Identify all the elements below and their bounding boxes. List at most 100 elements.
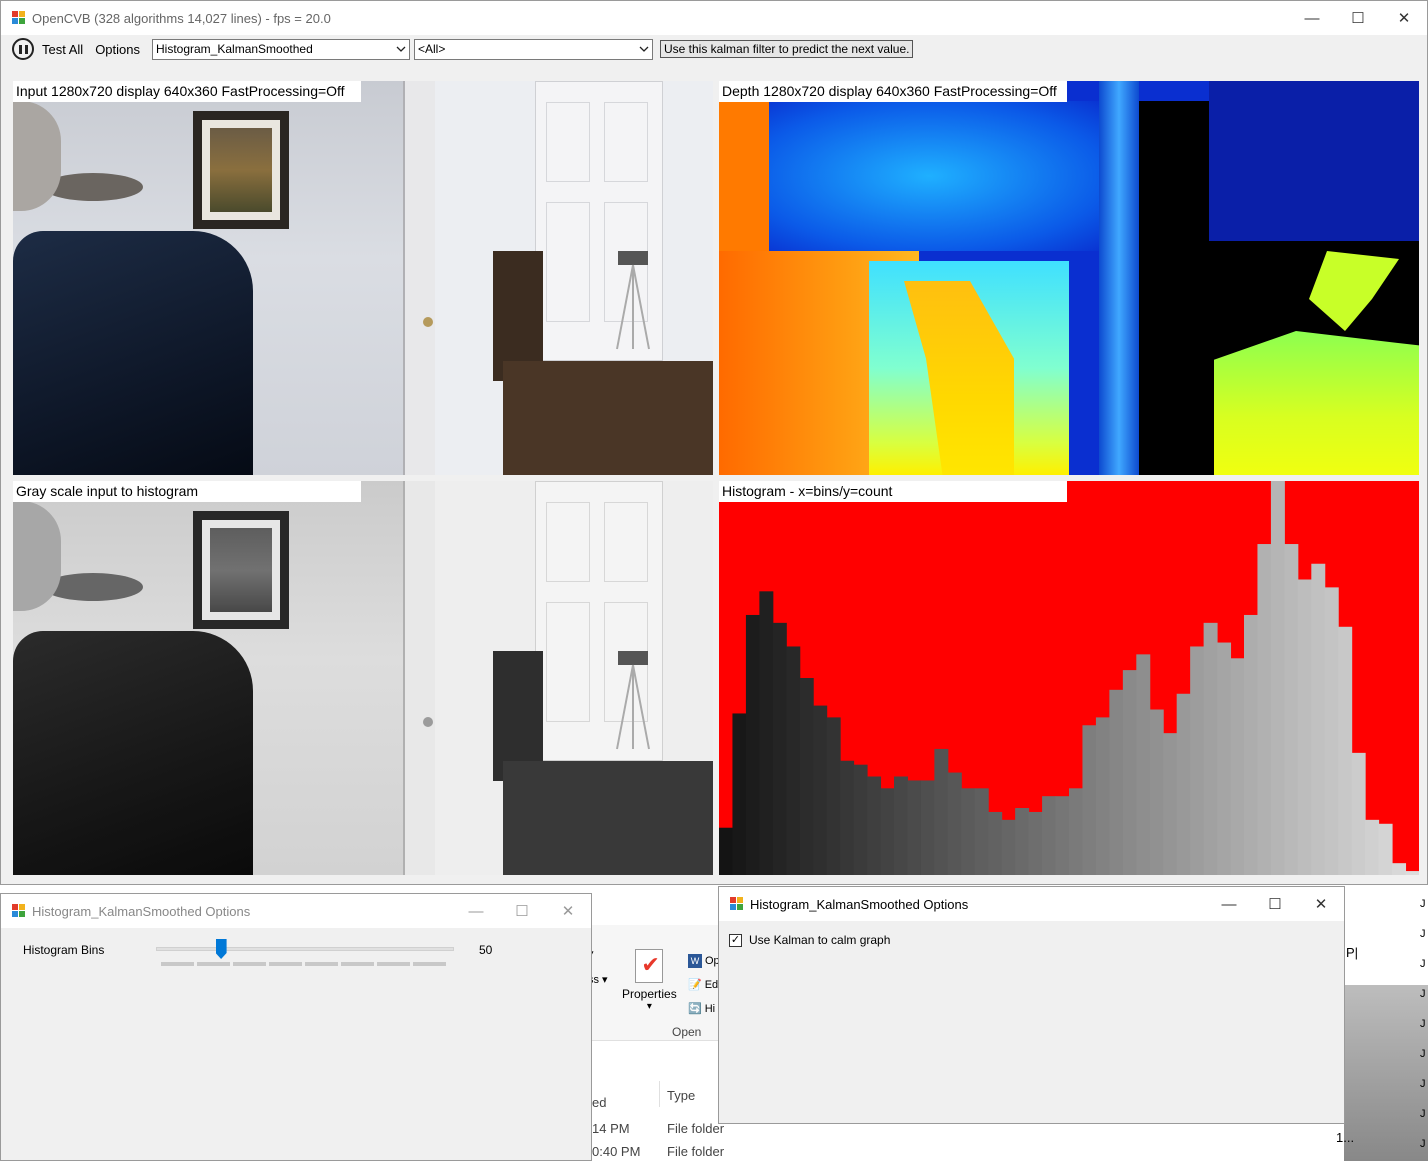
histogram-bar — [974, 788, 989, 875]
main-window: OpenCVB (328 algorithms 14,027 lines) - … — [0, 0, 1428, 885]
kalman-checkbox[interactable]: ✓ — [729, 933, 742, 947]
histogram-bar — [799, 678, 814, 875]
properties-label: Properties — [622, 987, 677, 1001]
histogram-bar — [988, 811, 1003, 875]
histogram-bar — [1163, 733, 1178, 875]
histogram-bar — [1405, 871, 1419, 875]
app-icon — [730, 897, 744, 911]
histogram-bar — [1284, 544, 1299, 875]
maximize-button[interactable]: ☐ — [499, 894, 545, 928]
histogram-bar — [1136, 654, 1151, 875]
histogram-bar — [1095, 717, 1110, 875]
algorithm-description: Use this kalman filter to predict the ne… — [660, 40, 914, 58]
main-toolbar: Test All Options Histogram_KalmanSmoothe… — [1, 35, 1427, 63]
histogram-bar — [1311, 563, 1326, 875]
histogram-bar — [813, 705, 828, 875]
wall-picture — [193, 111, 289, 229]
options-window-slider: Histogram_KalmanSmoothed Options — ☐ ✕ H… — [0, 893, 592, 1161]
kalman-checkbox-row[interactable]: ✓ Use Kalman to calm graph — [729, 933, 890, 947]
histogram-bins-slider[interactable] — [156, 939, 456, 970]
histogram-bar — [1069, 788, 1083, 875]
row-0-type: File folder — [667, 1121, 725, 1136]
input-label: Input 1280x720 display 640x360 FastProce… — [13, 81, 361, 102]
ribbon-open-items: W Op 📝 Ed 🔄 Hi — [688, 949, 720, 1021]
options2-titlebar[interactable]: Histogram_KalmanSmoothed Options — ☐ ✕ — [719, 887, 1344, 921]
histogram-bar — [826, 717, 841, 875]
ribbon-item-edit[interactable]: 📝 Ed — [688, 973, 720, 997]
histogram-bar — [786, 646, 801, 875]
histogram-bar — [853, 764, 868, 875]
histogram-bar — [934, 748, 949, 875]
app-icon — [12, 11, 26, 25]
histogram-bar — [1203, 622, 1218, 875]
column-divider — [659, 1081, 660, 1107]
histogram-bar — [732, 713, 747, 875]
histogram-label: Histogram - x=bins/y=count — [719, 481, 1067, 502]
right-mark-0: P| — [1346, 945, 1359, 960]
properties-icon: ✔ — [635, 949, 664, 983]
maximize-button[interactable]: ☐ — [1252, 887, 1298, 921]
histogram-bar — [920, 780, 935, 875]
histogram-bins-value: 50 — [479, 943, 493, 957]
ribbon-item-history[interactable]: 🔄 Hi — [688, 997, 720, 1021]
group-select-value: <All> — [418, 42, 446, 56]
options-window-checkbox: Histogram_KalmanSmoothed Options — ☐ ✕ ✓… — [718, 886, 1345, 1124]
depth-label: Depth 1280x720 display 640x360 FastProce… — [719, 81, 1067, 102]
histogram-bar — [1015, 808, 1030, 875]
histogram-bar — [1351, 752, 1366, 875]
chevron-down-icon — [396, 46, 406, 52]
algorithm-select[interactable]: Histogram_KalmanSmoothed — [152, 38, 410, 60]
algorithm-select-value: Histogram_KalmanSmoothed — [156, 42, 313, 56]
histogram-bar — [947, 772, 962, 875]
background-image-strip — [1344, 985, 1428, 1161]
maximize-button[interactable]: ☐ — [1335, 1, 1381, 35]
test-all-button[interactable]: Test All — [42, 42, 83, 57]
options1-titlebar[interactable]: Histogram_KalmanSmoothed Options — ☐ ✕ — [1, 894, 591, 928]
wall-picture-gray — [193, 511, 289, 629]
histogram-bar — [1176, 693, 1191, 875]
histogram-bar — [1190, 646, 1205, 875]
input-panel: Input 1280x720 display 640x360 FastProce… — [13, 81, 713, 475]
histogram-bar — [1042, 796, 1057, 875]
app-icon — [12, 904, 26, 918]
history-icon: 🔄 — [688, 1003, 702, 1015]
minimize-button[interactable]: — — [1289, 1, 1335, 35]
chevron-down-icon — [639, 46, 649, 52]
ribbon-item-open[interactable]: W Op — [688, 949, 720, 973]
pause-icon[interactable] — [12, 38, 34, 60]
slider-thumb[interactable] — [215, 939, 227, 959]
histogram-bar — [1338, 626, 1353, 875]
row-1-type: File folder — [667, 1144, 725, 1159]
histogram-bar — [759, 591, 774, 875]
histogram-bar — [1324, 587, 1339, 875]
word-icon: W — [688, 954, 702, 968]
right-letters: JJJJJJJJJ — [1420, 898, 1426, 1150]
group-select[interactable]: <All> — [414, 38, 653, 60]
close-button[interactable]: ✕ — [1381, 1, 1427, 35]
histogram-bar — [880, 788, 895, 875]
main-titlebar[interactable]: OpenCVB (328 algorithms 14,027 lines) - … — [1, 1, 1427, 35]
main-title: OpenCVB (328 algorithms 14,027 lines) - … — [32, 10, 331, 26]
minimize-button[interactable]: — — [1206, 887, 1252, 921]
close-button[interactable]: ✕ — [1298, 887, 1344, 921]
edit-icon: 📝 — [688, 979, 702, 991]
properties-button[interactable]: ✔ Properties ▾ — [622, 945, 677, 1012]
options-button[interactable]: Options — [95, 42, 140, 57]
histogram-bar — [1082, 725, 1097, 875]
depth-panel: Depth 1280x720 display 640x360 FastProce… — [719, 81, 1419, 475]
kalman-checkbox-label: Use Kalman to calm graph — [749, 933, 891, 947]
histogram-bar — [1217, 642, 1232, 875]
minimize-button[interactable]: — — [453, 894, 499, 928]
histogram-bar — [719, 827, 733, 875]
histogram-bar — [1055, 796, 1070, 875]
row-0-time: 14 PM — [592, 1121, 630, 1136]
histogram-bar — [1028, 811, 1043, 875]
column-type[interactable]: Type — [667, 1088, 695, 1103]
histogram-bar — [1109, 689, 1124, 875]
histogram-bar — [1149, 709, 1164, 875]
gray-label: Gray scale input to histogram — [13, 481, 361, 502]
histogram-bar — [772, 622, 787, 875]
column-modified[interactable]: ed — [592, 1095, 606, 1110]
right-background-strip: P| 1... JJJJJJJJJ — [1334, 885, 1428, 1161]
close-button[interactable]: ✕ — [545, 894, 591, 928]
